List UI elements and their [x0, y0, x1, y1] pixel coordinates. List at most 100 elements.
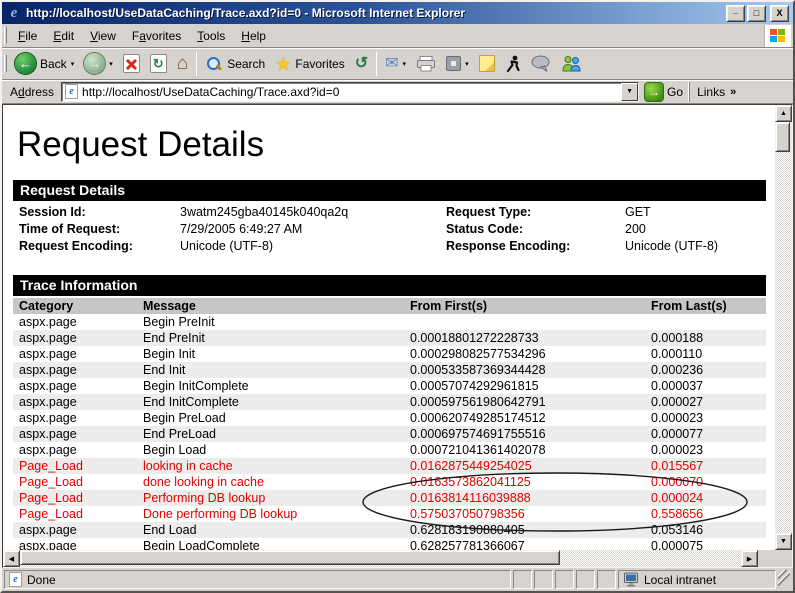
stop-button[interactable]	[118, 52, 145, 75]
cell-from-last: 0.000027	[651, 394, 766, 410]
address-label: Address	[10, 85, 54, 99]
triangle-left-icon: ◀	[9, 555, 14, 563]
horizontal-scroll-track[interactable]	[20, 550, 741, 567]
search-icon	[207, 57, 221, 71]
menu-item-tools[interactable]: Tools	[189, 26, 233, 46]
cell-message: End PreInit	[143, 330, 410, 346]
search-button[interactable]: Search	[200, 53, 270, 75]
msn-people-button[interactable]	[556, 53, 587, 74]
minimize-icon: _	[733, 5, 738, 15]
table-row: aspx.pageBegin Init0.0002980825775342960…	[13, 346, 766, 362]
aim-button[interactable]	[500, 53, 526, 75]
menu-item-edit[interactable]: Edit	[45, 26, 82, 46]
forward-button[interactable]: → ▾	[79, 51, 118, 76]
minimize-button[interactable]: _	[726, 5, 745, 22]
column-from-last: From Last(s)	[651, 298, 766, 314]
discuss-button[interactable]	[474, 53, 500, 74]
section-header-trace-information: Trace Information	[13, 275, 766, 296]
horizontal-scrollbar[interactable]: ◀ ▶	[3, 550, 758, 567]
field-label: Session Id:	[19, 204, 180, 221]
back-dropdown-icon[interactable]: ▾	[71, 60, 75, 68]
field-value: 7/29/2005 6:49:27 AM	[180, 221, 446, 238]
table-row: Page_LoadPerforming DB lookup0.016381411…	[13, 490, 766, 506]
chevron-down-icon: ▼	[626, 88, 633, 95]
column-message: Message	[143, 298, 410, 314]
favorites-button[interactable]: ★ Favorites	[270, 53, 350, 75]
cell-category: aspx.page	[13, 314, 143, 330]
cell-from-first: 0.0162875449254025	[410, 458, 651, 474]
horizontal-scroll-thumb[interactable]	[20, 550, 560, 565]
scroll-up-button[interactable]: ▲	[775, 105, 792, 122]
mail-dropdown-icon[interactable]: ▾	[403, 60, 407, 68]
mail-icon: ✉	[385, 56, 398, 72]
close-button[interactable]: X	[770, 5, 789, 22]
messenger-button[interactable]	[526, 53, 556, 74]
menu-item-help[interactable]: Help	[233, 26, 274, 46]
cell-category: Page_Load	[13, 474, 143, 490]
toolbar-gripper[interactable]	[4, 55, 7, 72]
resize-grip[interactable]	[778, 570, 790, 589]
status-pane-empty	[597, 570, 616, 589]
table-row: aspx.pageEnd PreInit0.000188012722287330…	[13, 330, 766, 346]
table-row: aspx.pageBegin Load0.0007210413614020780…	[13, 442, 766, 458]
field-label: Status Code:	[446, 221, 625, 238]
forward-dropdown-icon[interactable]: ▾	[109, 60, 113, 68]
vertical-scroll-track[interactable]	[775, 122, 792, 533]
cell-category: aspx.page	[13, 538, 143, 550]
mail-button[interactable]: ✉ ▾	[380, 54, 411, 74]
cell-message: Begin Init	[143, 346, 410, 362]
go-button[interactable]: → Go	[639, 83, 689, 101]
home-icon: ⌂	[177, 54, 188, 73]
cell-from-last: 0.000023	[651, 410, 766, 426]
go-arrow-icon: →	[645, 83, 663, 101]
scroll-left-button[interactable]: ◀	[3, 550, 20, 567]
menu-item-view[interactable]: View	[82, 26, 124, 46]
field-label: Request Encoding:	[19, 238, 180, 255]
print-button[interactable]	[411, 54, 441, 74]
edit-dropdown-icon[interactable]: ▾	[465, 60, 469, 68]
scrollbar-corner	[775, 550, 792, 567]
triangle-right-icon: ▶	[747, 555, 752, 563]
menu-item-favorites[interactable]: Favorites	[124, 26, 189, 46]
ie-page-icon: e	[9, 572, 22, 587]
table-row: aspx.pageBegin PreLoad0.0006207492851745…	[13, 410, 766, 426]
edit-button[interactable]: ▾	[441, 54, 474, 73]
status-pane: e Done	[4, 570, 511, 589]
links-button[interactable]: Links »	[689, 82, 743, 102]
cell-from-last: 0.015567	[651, 458, 766, 474]
column-from-first: From First(s)	[410, 298, 651, 314]
favorites-star-icon: ★	[275, 55, 291, 73]
cell-from-first: 0.0163573862041125	[410, 474, 651, 490]
address-input[interactable]: e http://localhost/UseDataCaching/Trace.…	[61, 82, 639, 102]
cell-from-first: 0.000620749285174512	[410, 410, 651, 426]
menubar-gripper[interactable]	[4, 27, 7, 44]
cell-message: Done performing DB lookup	[143, 506, 410, 522]
field-label: Time of Request:	[19, 221, 180, 238]
scroll-right-button[interactable]: ▶	[741, 550, 758, 567]
menu-item-file[interactable]: File	[10, 26, 45, 46]
cell-from-first: 0.575037050798356	[410, 506, 651, 522]
cell-message: Begin InitComplete	[143, 378, 410, 394]
home-button[interactable]: ⌂	[172, 52, 193, 75]
back-button[interactable]: ← Back ▾	[10, 51, 79, 76]
print-icon	[416, 56, 436, 72]
status-bar: e Done Local intranet	[2, 568, 793, 591]
search-label: Search	[227, 57, 265, 71]
refresh-button[interactable]: ↻	[145, 52, 172, 75]
speech-bubble-icon	[531, 55, 551, 72]
cell-category: aspx.page	[13, 362, 143, 378]
close-icon: X	[776, 8, 782, 18]
field-value: 3watm245gba40145k040qa2q	[180, 204, 446, 221]
status-pane-empty	[513, 570, 532, 589]
history-button[interactable]: ↺	[350, 54, 373, 74]
title-bar[interactable]: e http://localhost/UseDataCaching/Trace.…	[2, 2, 793, 24]
scroll-down-button[interactable]: ▼	[775, 533, 792, 550]
vertical-scroll-thumb[interactable]	[775, 122, 790, 152]
cell-from-last: 0.053146	[651, 522, 766, 538]
vertical-scrollbar[interactable]: ▲ ▼	[775, 105, 792, 550]
address-url[interactable]: http://localhost/UseDataCaching/Trace.ax…	[82, 85, 617, 99]
maximize-button[interactable]: □	[747, 5, 766, 22]
toolbar-separator	[196, 52, 197, 76]
address-dropdown-button[interactable]: ▼	[621, 83, 638, 101]
field-value: GET	[625, 204, 766, 221]
